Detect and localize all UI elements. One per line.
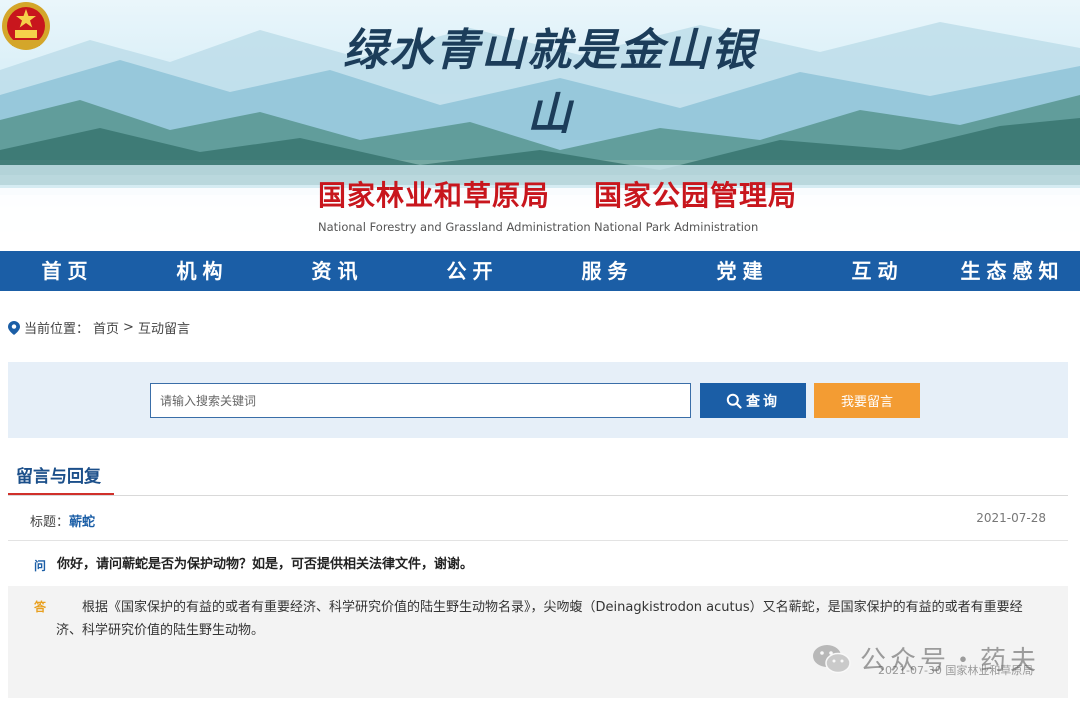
search-icon <box>726 393 742 409</box>
breadcrumb: 当前位置： 首页 > 互动留言 <box>8 318 190 337</box>
search-button-label: 查询 <box>746 393 780 410</box>
search-button[interactable]: 查询 <box>700 383 806 418</box>
nav-home[interactable]: 首页 <box>0 251 135 291</box>
nav-disclosure[interactable]: 公开 <box>405 251 540 291</box>
post-title-label: 标题： <box>30 515 70 530</box>
national-emblem-icon <box>2 2 50 50</box>
section-title: 留言与回复 <box>16 467 101 487</box>
nav-news[interactable]: 资讯 <box>270 251 405 291</box>
search-panel: 查询 我要留言 <box>8 362 1068 438</box>
nav-party[interactable]: 党建 <box>675 251 810 291</box>
nav-eco-perception[interactable]: 生态感知 <box>945 251 1080 291</box>
header-banner: 绿水青山就是金山银山 国家林业和草原局 National Forestry an… <box>0 0 1080 250</box>
agency-forestry-cn: 国家林业和草原局 <box>318 179 551 212</box>
nav-organization[interactable]: 机构 <box>135 251 270 291</box>
post-title-value: 蕲蛇 <box>69 515 96 530</box>
main-nav: 首页 机构 资讯 公开 服务 党建 互动 生态感知 <box>0 251 1080 291</box>
agency-forestry: 国家林业和草原局 National Forestry and Grassland… <box>318 174 591 234</box>
watermark: 公众号・药夫 <box>812 640 1040 677</box>
agency-park-en: National Park Administration <box>594 220 759 234</box>
banner-slogan: 绿水青山就是金山银山 <box>343 25 757 140</box>
answer-text: 根据《国家保护的有益的或者有重要经济、科学研究价值的陆生野生动物名录》，尖吻蝮（… <box>56 600 1023 638</box>
leave-message-button[interactable]: 我要留言 <box>814 383 920 418</box>
breadcrumb-home-link[interactable]: 首页 <box>93 318 119 337</box>
wechat-icon <box>813 644 851 673</box>
breadcrumb-current: 互动留言 <box>137 322 190 337</box>
section-title-underline <box>8 493 114 495</box>
nav-interaction[interactable]: 互动 <box>810 251 945 291</box>
agency-park: 国家公园管理局 National Park Administration <box>594 174 797 234</box>
agency-park-cn: 国家公园管理局 <box>594 179 798 212</box>
question-text: 你好，请问蕲蛇是否为保护动物？如是，可否提供相关法律文件，谢谢。 <box>57 557 474 572</box>
post-title-row: 标题：蕲蛇 2021-07-28 <box>8 496 1068 540</box>
question-badge: 问 <box>34 559 47 573</box>
post-title: 标题：蕲蛇 <box>30 511 95 530</box>
post-date: 2021-07-28 <box>976 511 1046 525</box>
breadcrumb-label: 当前位置： <box>24 322 90 337</box>
nav-services[interactable]: 服务 <box>540 251 675 291</box>
answer-badge: 答 <box>34 600 47 614</box>
location-pin-icon <box>8 320 20 335</box>
breadcrumb-separator: > <box>123 320 134 335</box>
watermark-text: 公众号・药夫 <box>860 646 1041 676</box>
row-divider <box>8 540 1068 541</box>
agency-forestry-en: National Forestry and Grassland Administ… <box>318 220 591 234</box>
search-input[interactable] <box>150 383 691 418</box>
